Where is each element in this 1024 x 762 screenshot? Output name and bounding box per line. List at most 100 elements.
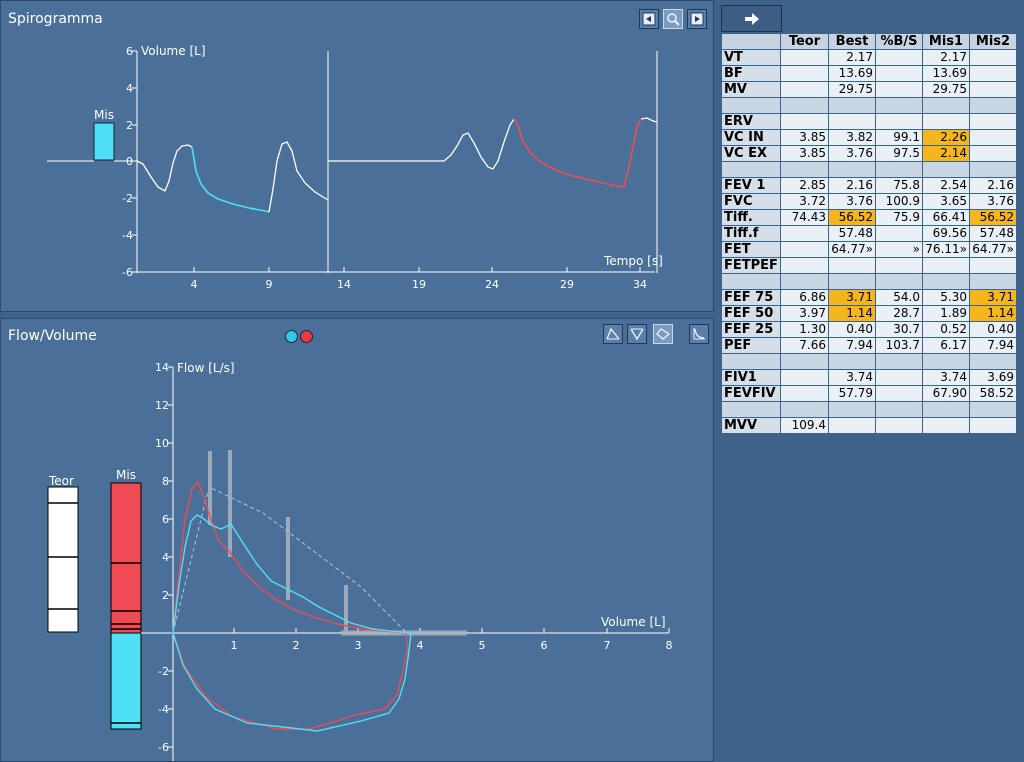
flow-ytick: -2: [158, 665, 169, 678]
table-cell: [922, 417, 970, 434]
table-row[interactable]: FIV1 3.74 3.74 3.69: [721, 369, 1017, 386]
flow-ytick: 8: [162, 475, 169, 488]
table-cell: 100.9: [875, 193, 923, 210]
flow-ytick: 6: [162, 513, 169, 526]
column-header[interactable]: Mis1: [922, 33, 970, 50]
table-cell: 99.1: [875, 129, 923, 146]
table-cell: 13.69: [828, 65, 876, 82]
table-row[interactable]: [721, 353, 1017, 370]
flow-xtick: 6: [541, 639, 548, 652]
table-cell: [828, 401, 876, 418]
table-row[interactable]: [721, 401, 1017, 418]
table-cell: 7.94: [828, 337, 876, 354]
row-label: Tiff.: [721, 209, 781, 226]
row-label: Tiff.f: [721, 225, 781, 242]
table-row[interactable]: VC EX 3.85 3.76 97.5 2.14: [721, 145, 1017, 162]
row-label: MVV: [721, 417, 781, 434]
flow-xtick: 2: [293, 639, 300, 652]
table-row[interactable]: FET 64.77»» 76.11» 64.77»: [721, 241, 1017, 258]
table-cell: [875, 353, 923, 370]
flow-xtick: 4: [417, 639, 424, 652]
table-cell: 1.89: [922, 305, 970, 322]
row-label: [721, 353, 781, 370]
table-row[interactable]: VT 2.17 2.17: [721, 49, 1017, 66]
flow-xtick: 5: [479, 639, 486, 652]
table-cell: 2.85: [780, 177, 829, 194]
spiro-trace-inspiration: [268, 141, 329, 213]
table-cell: [922, 161, 970, 178]
spirogram-chart[interactable]: 6 4 2 0 -2 -4 -6 4 9 14 19 24 29 34 Volu…: [1, 1, 713, 311]
flow-xtick: 8: [666, 639, 673, 652]
arrow-right-icon: [744, 12, 759, 25]
table-row[interactable]: FEF 25 1.30 0.40 30.7 0.52 0.40: [721, 321, 1017, 338]
table-cell: 103.7: [875, 337, 923, 354]
table-row[interactable]: FEF 75 6.86 3.71 54.0 5.30 3.71: [721, 289, 1017, 306]
table-cell: [969, 273, 1017, 290]
table-cell: 3.74: [922, 369, 970, 386]
flow-volume-chart[interactable]: 14 12 10 8 6 4 2 -2 -4 -6 1 2 3 4 5 6 7 …: [1, 319, 713, 761]
table-cell: 66.41: [922, 209, 970, 226]
table-cell: [780, 113, 829, 130]
row-label: FET: [721, 241, 781, 258]
row-label: [721, 273, 781, 290]
table-row[interactable]: [721, 161, 1017, 178]
table-row[interactable]: PEF 7.66 7.94 103.7 6.17 7.94: [721, 337, 1017, 354]
column-header[interactable]: %B/S: [875, 33, 923, 50]
spiro-ytick: -4: [122, 229, 133, 242]
table-cell: [780, 369, 829, 386]
table-header-row: Teor Best %B/S Mis1 Mis2: [721, 33, 1017, 50]
table-cell: 75.9: [875, 209, 923, 226]
table-cell: 7.94: [969, 337, 1017, 354]
table-row[interactable]: VC IN 3.85 3.82 99.1 2.26: [721, 129, 1017, 146]
table-cell: [828, 113, 876, 130]
table-cell: 5.30: [922, 289, 970, 306]
spiro-mis-label: Mis: [94, 108, 114, 122]
table-row[interactable]: Tiff. 74.43 56.52 75.9 66.41 56.52: [721, 209, 1017, 226]
table-cell: [875, 417, 923, 434]
spiro-x-label: Tempo [s]: [603, 254, 663, 268]
table-row[interactable]: FETPEF: [721, 257, 1017, 274]
table-cell: 56.52: [828, 209, 876, 226]
table-cell: [922, 257, 970, 274]
table-row[interactable]: [721, 97, 1017, 114]
flow-y-label: Flow [L/s]: [177, 361, 235, 375]
table-cell: 2.17: [828, 49, 876, 66]
table-row[interactable]: FEVFIV 57.79 67.90 58.52: [721, 385, 1017, 402]
column-header[interactable]: [721, 33, 781, 50]
table-row[interactable]: FEF 50 3.97 1.14 28.7 1.89 1.14: [721, 305, 1017, 322]
table-cell: 109.4: [780, 417, 829, 434]
row-label: ERV: [721, 113, 781, 130]
flow-ytick: -6: [158, 741, 169, 754]
table-row[interactable]: MV 29.75 29.75: [721, 81, 1017, 98]
spiro-xtick: 9: [266, 278, 273, 291]
table-row[interactable]: BF 13.69 13.69: [721, 65, 1017, 82]
table-cell: [780, 81, 829, 98]
table-row[interactable]: ERV: [721, 113, 1017, 130]
row-label: FEV 1: [721, 177, 781, 194]
table-cell: »: [875, 241, 923, 258]
table-cell: [875, 113, 923, 130]
table-cell: 29.75: [828, 81, 876, 98]
table-row[interactable]: FEV 1 2.85 2.16 75.8 2.54 2.16: [721, 177, 1017, 194]
column-header[interactable]: Mis2: [969, 33, 1017, 50]
table-row[interactable]: FVC 3.72 3.76 100.9 3.65 3.76: [721, 193, 1017, 210]
table-cell: [828, 417, 876, 434]
arrow-button[interactable]: [721, 5, 782, 32]
table-cell: 1.30: [780, 321, 829, 338]
table-row[interactable]: MVV 109.4: [721, 417, 1017, 434]
row-label: VT: [721, 49, 781, 66]
table-row[interactable]: [721, 273, 1017, 290]
table-cell: 56.52: [969, 209, 1017, 226]
table-row[interactable]: Tiff.f 57.48 69.56 57.48: [721, 225, 1017, 242]
column-header[interactable]: Best: [828, 33, 876, 50]
table-cell: [780, 353, 829, 370]
column-header[interactable]: Teor: [780, 33, 829, 50]
table-cell: [969, 401, 1017, 418]
spiro-ytick: 2: [126, 119, 133, 132]
table-cell: 0.40: [828, 321, 876, 338]
row-label: FEF 25: [721, 321, 781, 338]
table-cell: 67.90: [922, 385, 970, 402]
flow-xtick: 1: [231, 639, 238, 652]
flow-ytick: 2: [162, 589, 169, 602]
table-cell: [875, 161, 923, 178]
